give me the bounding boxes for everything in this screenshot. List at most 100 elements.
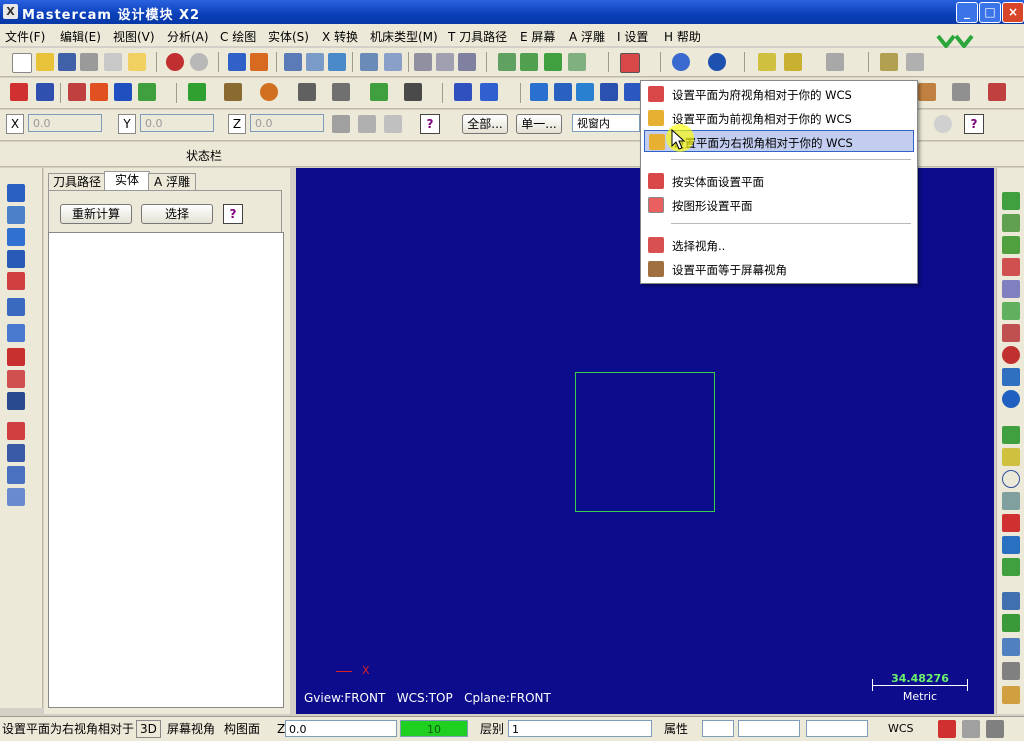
top-view-icon[interactable]	[498, 53, 516, 71]
zoom-out-icon[interactable]	[360, 53, 378, 71]
menu-item-plane-by-geometry[interactable]: 按图形设置平面	[644, 194, 914, 216]
menu-file[interactable]: 文件(F)	[5, 28, 45, 45]
select-single-button[interactable]: 单一...	[516, 114, 562, 134]
right-view-icon[interactable]	[544, 53, 562, 71]
surface-sweep-icon[interactable]	[1002, 258, 1020, 276]
solid-draft-icon[interactable]	[7, 392, 25, 410]
select-button[interactable]: 选择	[141, 204, 213, 224]
arrow-updown-icon[interactable]	[880, 53, 898, 71]
autocursor-icon[interactable]	[332, 115, 350, 133]
manager-help-button[interactable]: ?	[223, 204, 243, 224]
menu-edit[interactable]: 编辑(E)	[60, 28, 101, 45]
zoom-in-icon[interactable]	[328, 53, 346, 71]
print-icon[interactable]	[80, 53, 98, 71]
select-all-button[interactable]: 全部...	[462, 114, 508, 134]
line-icon[interactable]	[224, 83, 242, 101]
globe-icon[interactable]	[672, 53, 690, 71]
drafting-note-icon[interactable]	[1002, 662, 1020, 680]
point-style-select[interactable]	[702, 720, 734, 737]
verify-icon[interactable]	[988, 83, 1006, 101]
end-selection-icon[interactable]	[934, 115, 952, 133]
wcs-button[interactable]: WCS	[888, 720, 914, 738]
surface-icon[interactable]	[1002, 192, 1020, 210]
solid-shell-icon[interactable]	[7, 298, 25, 316]
drafting-polygon-icon[interactable]	[1002, 536, 1020, 554]
menu-help[interactable]: H 帮助	[664, 28, 701, 45]
print-preview-icon[interactable]	[104, 53, 122, 71]
menu-xform[interactable]: X 转换	[322, 28, 358, 45]
menu-screen[interactable]: E 屏幕	[520, 28, 555, 45]
trim-icon[interactable]	[454, 83, 472, 101]
solid-icon[interactable]	[404, 83, 422, 101]
menu-create[interactable]: C 绘图	[220, 28, 256, 45]
edit-icon[interactable]	[128, 53, 146, 71]
drafting-circle-icon[interactable]	[1002, 470, 1020, 488]
grid-icon[interactable]	[36, 83, 54, 101]
menu-item-plane-by-solid-face[interactable]: 按实体面设置平面	[644, 170, 914, 192]
solid-layout-icon[interactable]	[7, 422, 25, 440]
close-button[interactable]: ×	[1002, 2, 1024, 23]
rectangle-icon[interactable]	[298, 83, 316, 101]
mode-3d-toggle[interactable]: 3D	[136, 720, 161, 738]
clear-color-icon[interactable]	[962, 720, 980, 738]
surface-ruled-icon[interactable]	[1002, 214, 1020, 232]
drafting-rect-icon[interactable]	[1002, 514, 1020, 532]
axis-icon[interactable]	[384, 115, 402, 133]
check-icon[interactable]	[10, 83, 28, 101]
pencil-icon[interactable]	[758, 53, 776, 71]
selection-mode-select[interactable]: 视窗内	[572, 114, 640, 132]
drafting-bound-icon[interactable]	[1002, 686, 1020, 704]
analyze-icon[interactable]	[228, 53, 246, 71]
regen-icon[interactable]	[250, 53, 268, 71]
cplane-button[interactable]: 构图面	[224, 720, 260, 738]
menu-solids[interactable]: 实体(S)	[268, 28, 309, 45]
solid-from-surfaces-icon[interactable]	[7, 466, 25, 484]
x-coord-field[interactable]: 0.0	[28, 114, 102, 132]
undo-icon[interactable]	[166, 53, 184, 71]
sphere-icon[interactable]	[708, 53, 726, 71]
menu-item-plane-equals-screen[interactable]: 设置平面等于屏幕视角	[644, 258, 914, 280]
recalc-button[interactable]: 重新计算	[60, 204, 132, 224]
toolpath-icon[interactable]	[952, 83, 970, 101]
chamfer-icon[interactable]	[370, 83, 388, 101]
menu-settings[interactable]: I 设置	[617, 28, 648, 45]
xform-translate-icon[interactable]	[530, 83, 548, 101]
machine-icon[interactable]	[918, 83, 936, 101]
redo-icon[interactable]	[190, 53, 208, 71]
xform-mirror-icon[interactable]	[554, 83, 572, 101]
maximize-button[interactable]: □	[979, 2, 1001, 23]
autocursor-help-button[interactable]: ?	[420, 114, 440, 134]
status-extra-icon[interactable]	[986, 720, 1004, 738]
shaded-icon[interactable]	[458, 53, 476, 71]
solid-extrude-icon[interactable]	[7, 184, 25, 202]
solid-boolean-icon[interactable]	[7, 348, 25, 366]
solid-revolve-icon[interactable]	[7, 206, 25, 224]
tool-icon[interactable]	[826, 53, 844, 71]
level-field[interactable]: 1	[508, 720, 652, 737]
sum-icon[interactable]	[114, 83, 132, 101]
surface-fillet-icon[interactable]	[1002, 346, 1020, 364]
solid-loft-icon[interactable]	[7, 250, 25, 268]
menu-view[interactable]: 视图(V)	[113, 28, 155, 45]
z-depth-field[interactable]: 0.0	[285, 720, 397, 737]
rectangle-geometry[interactable]	[575, 372, 715, 512]
plane-dropdown-icon[interactable]	[620, 53, 640, 73]
front-view-icon[interactable]	[520, 53, 538, 71]
surface-draft-icon[interactable]	[1002, 324, 1020, 342]
drafting-arc-icon[interactable]	[1002, 492, 1020, 510]
fast-point-icon[interactable]	[358, 115, 376, 133]
y-coord-field[interactable]: 0.0	[140, 114, 214, 132]
color-icon[interactable]	[90, 83, 108, 101]
iso-view-icon[interactable]	[568, 53, 586, 71]
surface-sphere-icon[interactable]	[1002, 390, 1020, 408]
mastercam-app-icon[interactable]: X	[3, 4, 18, 19]
xform-rotate-icon[interactable]	[576, 83, 594, 101]
selection-help-button[interactable]: ?	[964, 114, 984, 134]
open-file-icon[interactable]	[36, 53, 54, 71]
solid-thicken-icon[interactable]	[7, 370, 25, 388]
drafting-point-icon[interactable]	[1002, 426, 1020, 444]
drafting-hatch-icon[interactable]	[1002, 638, 1020, 656]
screen-view-button[interactable]: 屏幕视角	[167, 720, 215, 738]
color-field[interactable]: 10	[400, 720, 468, 737]
menu-item-plane-top-wcs[interactable]: 设置平面为府视角相对于你的 WCS	[644, 83, 914, 105]
